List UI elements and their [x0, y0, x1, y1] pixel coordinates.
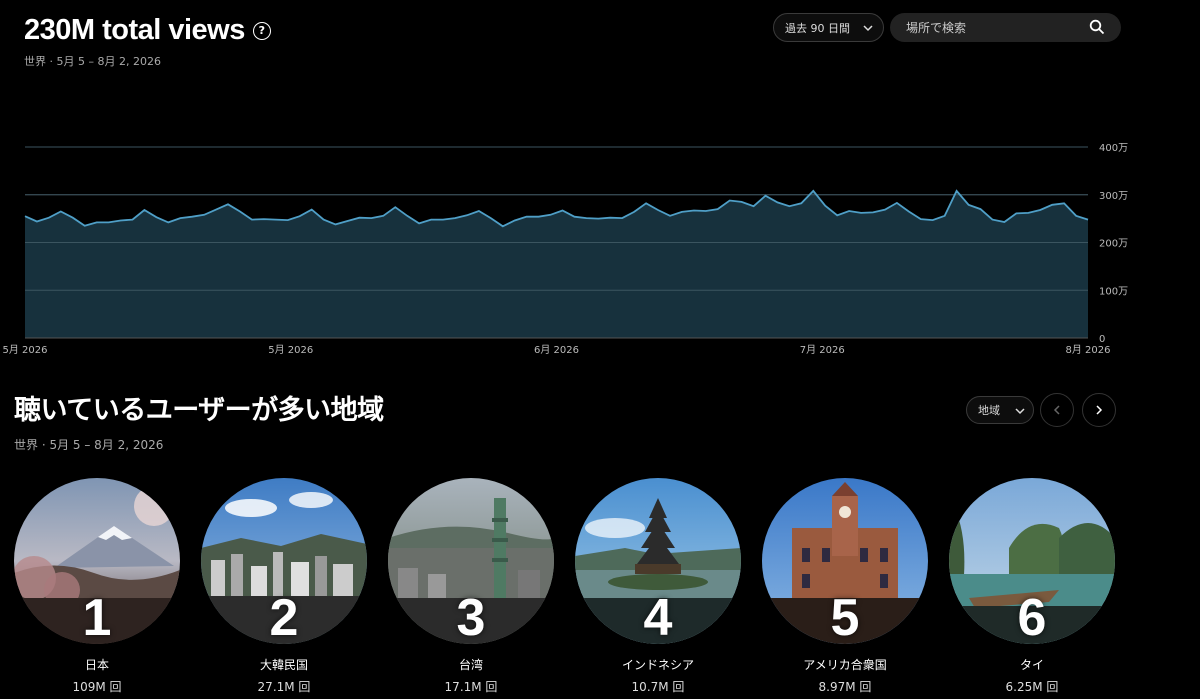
period-label: 過去 90 日間 [785, 21, 850, 35]
region-rank: 2 [269, 589, 299, 647]
section-subtitle: 世界 · 5月 5 – 8月 2, 2026 [14, 438, 164, 452]
region-rank: 4 [643, 589, 673, 647]
region-name[interactable]: インドネシア [575, 656, 741, 673]
region-views: 109M 回 [72, 680, 122, 694]
region-name[interactable]: タイ [949, 656, 1115, 673]
y-tick-label: 300万 [1099, 191, 1128, 202]
y-tick-label: 100万 [1099, 286, 1128, 297]
help-icon[interactable]: ? [252, 21, 271, 40]
region-name[interactable]: アメリカ合衆国 [762, 656, 928, 673]
x-tick-label: 5月 2026 [268, 344, 313, 356]
prev-button[interactable] [1040, 393, 1074, 427]
region-filter-label: 地域 [978, 404, 1000, 417]
region-rank: 6 [1017, 589, 1047, 647]
region-rank: 5 [830, 589, 860, 647]
chevron-left-icon [1053, 405, 1060, 415]
region-views: 17.1M 回 [444, 680, 498, 694]
y-tick-label: 400万 [1099, 143, 1128, 154]
region-rank: 1 [82, 589, 112, 647]
section-title: 聴いているユーザーが多い地域 [14, 395, 384, 426]
region-views: 6.25M 回 [1005, 680, 1059, 694]
search-icon[interactable] [1089, 19, 1105, 38]
region-name[interactable]: 台湾 [388, 656, 554, 673]
x-tick-label: 8月 2026 [1066, 344, 1111, 356]
period-dropdown[interactable]: 過去 90 日間 [773, 13, 884, 42]
region-filter-dropdown[interactable]: 地域 [966, 396, 1034, 424]
region-rank: 3 [456, 589, 486, 647]
chevron-down-icon [1013, 404, 1027, 421]
y-tick-label: 0 [1099, 334, 1105, 345]
page-title: 230M total views [24, 14, 245, 46]
region-name[interactable]: 大韓民国 [201, 656, 367, 673]
search-placeholder: 場所で検索 [906, 21, 967, 35]
x-tick-label: 5月 2026 [3, 344, 48, 356]
region-views: 8.97M 回 [818, 680, 872, 694]
region-views: 10.7M 回 [631, 680, 685, 694]
next-button[interactable] [1082, 393, 1116, 427]
chevron-down-icon [861, 21, 875, 38]
title-row: 230M total views ? [24, 14, 271, 47]
page-subtitle: 世界 · 5月 5 – 8月 2, 2026 [24, 55, 161, 68]
chevron-right-icon [1096, 405, 1103, 415]
x-tick-label: 7月 2026 [800, 344, 845, 356]
region-views: 27.1M 回 [257, 680, 311, 694]
x-tick-label: 6月 2026 [534, 344, 579, 356]
y-tick-label: 200万 [1099, 239, 1128, 250]
views-area-chart: 0 100万 200万 300万 400万 5月 2026 5月 2026 6月 2026 7月… [3, 143, 1129, 356]
region-name[interactable]: 日本 [14, 656, 180, 673]
search-input[interactable]: 場所で検索 [890, 13, 1121, 42]
